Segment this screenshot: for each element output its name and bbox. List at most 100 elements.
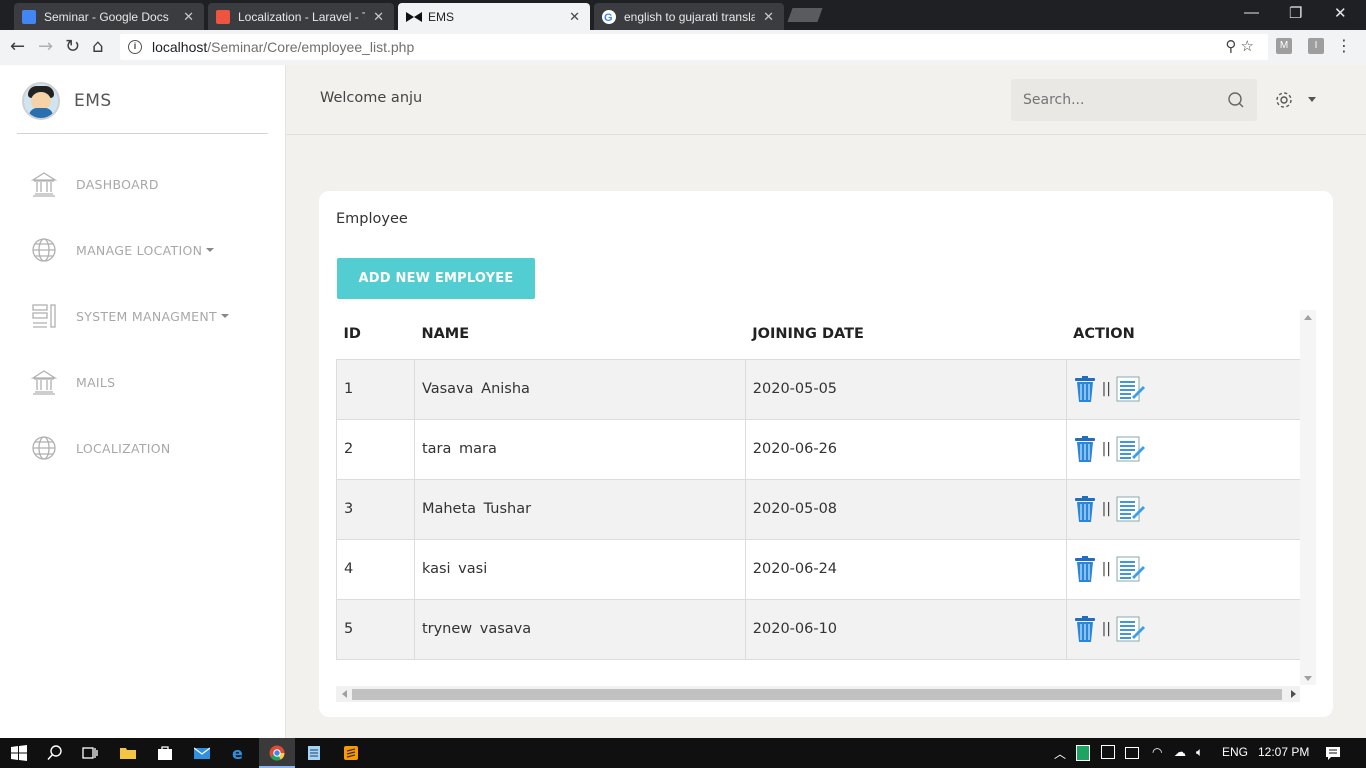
extension-i-icon[interactable]: I [1308,38,1324,54]
browser-toolbar: ← → ↻ ⌂ i localhost/Seminar/Core/employe… [0,30,1366,65]
cell-id: 3 [336,478,415,539]
sidebar-item-mails[interactable]: MAILS [30,368,115,396]
welcome-text: Welcome anju [320,90,423,106]
wifi-icon[interactable]: ◠ [1152,745,1162,759]
chrome-icon [269,745,285,761]
bank-icon [30,370,58,395]
close-icon[interactable]: ✕ [569,9,580,25]
action-separator: || [1101,381,1112,397]
add-new-employee-button[interactable]: ADD NEW EMPLOYEE [337,258,535,299]
scroll-up-icon[interactable] [1304,315,1312,320]
sidebar-item-localization[interactable]: LOCALIZATION [30,434,171,462]
store-icon[interactable] [157,745,173,761]
battery-icon[interactable] [1125,747,1139,759]
trash-icon[interactable] [1074,615,1096,643]
top-header: Welcome anju [286,65,1366,135]
extension-m-icon[interactable]: M [1276,38,1292,54]
trash-icon[interactable] [1074,375,1096,403]
task-view-icon[interactable] [82,745,98,761]
edit-icon[interactable] [1116,615,1146,643]
sidebar-item-label: MAILS [76,374,116,390]
column-header-joining-date: JOINING DATE [752,326,864,343]
back-arrow-icon[interactable]: ← [10,36,25,57]
trash-icon[interactable] [1074,435,1096,463]
chevron-down-icon [220,314,229,318]
cell-action: || [1065,358,1300,419]
tab-seminar-docs[interactable]: Seminar - Google Docs ✕ [14,3,204,30]
horizontal-scrollbar[interactable] [336,686,1300,702]
bank-icon [30,172,58,197]
info-icon[interactable]: i [128,40,142,54]
sidebar-item-dashboard[interactable]: DASHBOARD [30,170,159,198]
tab-localization-laravel[interactable]: Localization - Laravel - Th ✕ [208,3,394,30]
cell-action: || [1065,418,1300,479]
windows-start-icon[interactable] [11,745,27,761]
restore-icon[interactable]: ❐ [1289,4,1302,22]
search-icon[interactable] [47,745,63,761]
action-separator: || [1101,561,1112,577]
scrollbar-thumb[interactable] [352,689,1282,700]
mail-icon[interactable] [194,745,210,761]
scroll-down-icon[interactable] [1304,676,1312,681]
sidebar-item-manage-location[interactable]: MANAGE LOCATION [30,236,215,264]
tray-app-icon[interactable] [1076,745,1090,761]
close-icon[interactable]: ✕ [763,9,774,25]
tray-chevron-up-icon[interactable]: ︿ [1054,745,1066,762]
close-icon[interactable]: ✕ [373,9,384,25]
vertical-scrollbar[interactable] [1300,310,1316,685]
scroll-left-icon[interactable] [342,690,347,698]
search-icon[interactable] [1228,92,1244,108]
close-icon[interactable]: ✕ [183,9,194,25]
table-header-row: ID NAME JOINING DATE ACTION [337,310,1301,359]
cell-name: Maheta Tushar [413,478,746,539]
google-docs-icon [22,9,36,24]
globe-icon [32,238,56,262]
cell-name: kasi vasi [413,538,746,599]
chevron-down-icon[interactable] [1308,97,1316,102]
bowtie-icon [406,10,422,24]
action-center-icon[interactable] [1325,745,1341,761]
cloud-icon[interactable]: ☁ [1174,745,1186,759]
table-row: 5 trynew vasava 2020-06-10 || [336,598,1300,660]
tray-security-icon[interactable] [1101,745,1115,759]
trash-icon[interactable] [1074,555,1096,583]
scroll-right-icon[interactable] [1291,690,1296,698]
tab-google-translate-search[interactable]: G english to gujarati transla ✕ [594,3,784,30]
edit-icon[interactable] [1116,435,1146,463]
address-bar[interactable]: i localhost/Seminar/Core/employee_list.p… [120,34,1268,60]
search-input[interactable] [1011,79,1257,121]
table-row: 1 Vasava Anisha 2020-05-05 || [336,358,1300,419]
zoom-and-star-icons[interactable]: ⚲ ☆ [1225,37,1254,55]
browser-menu-icon[interactable]: ⋮ [1336,36,1352,55]
notepad-icon[interactable] [306,745,322,761]
sidebar-item-system-managment[interactable]: SYSTEM MANAGMENT [30,302,229,330]
table-row: 3 Maheta Tushar 2020-05-08 || [336,478,1300,539]
tab-ems[interactable]: EMS ✕ [398,3,590,30]
edit-icon[interactable] [1116,375,1146,403]
edit-icon[interactable] [1116,495,1146,523]
window-close-icon[interactable]: ✕ [1334,4,1347,22]
employee-table: ID NAME JOINING DATE ACTION 1 Vasava Anis… [336,310,1300,660]
trash-icon[interactable] [1074,495,1096,523]
home-icon[interactable]: ⌂ [92,36,103,57]
url-path: /Seminar/Core/employee_list.php [207,39,415,55]
cell-joining-date: 2020-06-24 [744,538,1067,599]
file-explorer-icon[interactable] [120,745,136,761]
edit-icon[interactable] [1116,555,1146,583]
edge-icon[interactable]: e [231,745,247,761]
brand[interactable]: EMS [22,82,112,120]
sublime-text-icon[interactable] [343,745,359,761]
card-title: Employee [336,211,408,227]
cell-name: tara mara [413,418,746,479]
reload-icon[interactable]: ↻ [65,36,80,57]
language-indicator[interactable]: ENG [1222,745,1248,759]
minimize-icon[interactable]: — [1244,4,1259,21]
clock[interactable]: 12:07 PM [1258,745,1309,759]
taskbar-chrome-active[interactable] [259,738,295,768]
gear-icon[interactable] [1275,91,1293,109]
new-tab-button[interactable] [787,8,823,22]
tab-label: Seminar - Google Docs [44,9,169,24]
volume-icon[interactable]: 🔈︎ [1196,745,1203,760]
cell-joining-date: 2020-06-10 [744,598,1067,660]
forward-arrow-icon[interactable]: → [38,36,53,57]
